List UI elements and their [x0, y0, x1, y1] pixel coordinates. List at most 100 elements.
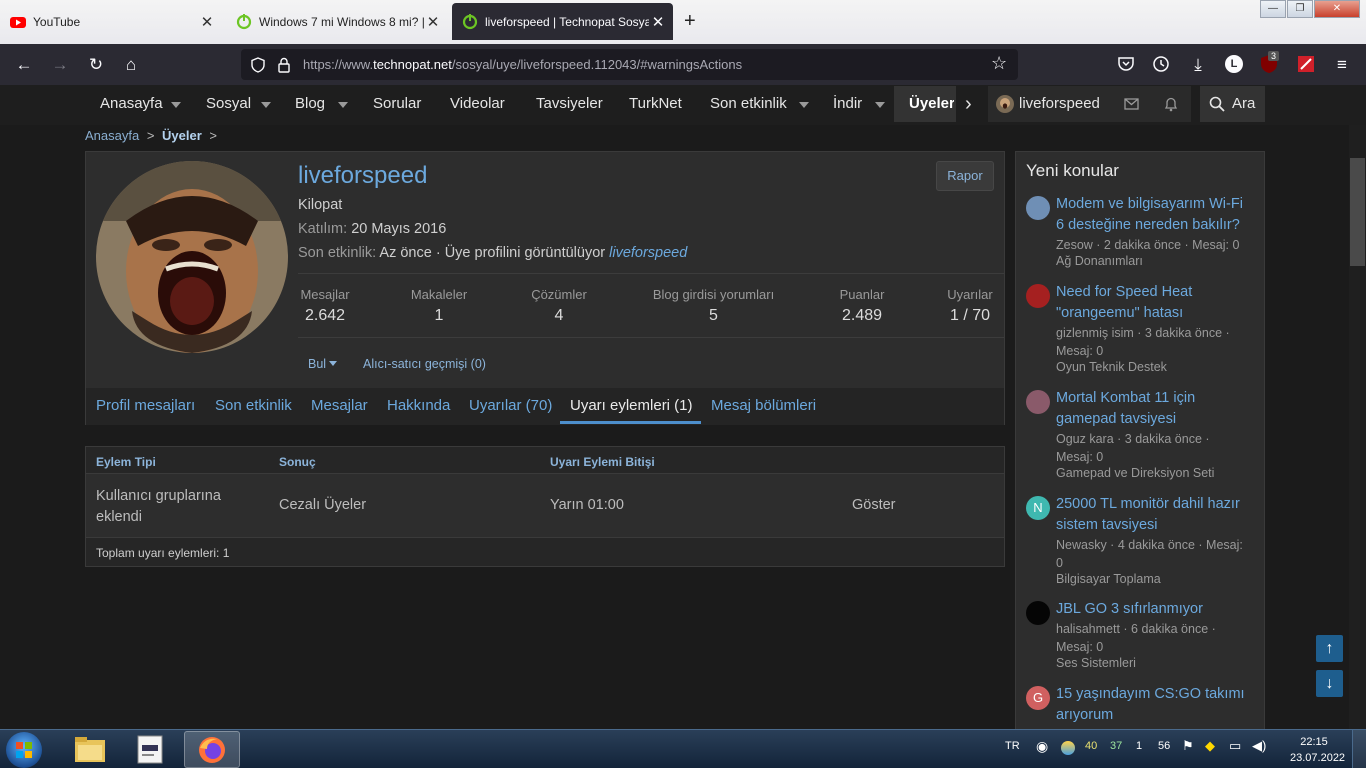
tab-warning-actions[interactable]: Uyarı eylemleri (1) [570, 397, 693, 414]
show-desktop-button[interactable] [1352, 730, 1366, 768]
nav-anasayfa[interactable]: Anasayfa [100, 85, 163, 123]
extension-icon[interactable] [1297, 55, 1315, 73]
chevron-down-icon[interactable] [875, 102, 885, 108]
nav-sorular[interactable]: Sorular [373, 85, 421, 123]
nav-sosyal[interactable]: Sosyal [206, 85, 251, 123]
tab-windows7[interactable]: Windows 7 mi Windows 8 mi? | Te ✕ [226, 3, 448, 40]
tab-messages[interactable]: Mesajlar [311, 397, 368, 414]
stat-blog-comments[interactable]: Blog girdisi yorumları 5 [645, 287, 782, 325]
shield-icon[interactable] [250, 57, 266, 73]
maximize-button[interactable]: ❐ [1287, 0, 1313, 18]
home-icon[interactable]: ⌂ [120, 54, 142, 76]
tab-recent-activity[interactable]: Son etkinlik [215, 397, 292, 414]
find-menu-button[interactable]: Bul [308, 357, 338, 371]
breadcrumb-current[interactable]: Üyeler [162, 128, 202, 143]
flag-icon[interactable]: ⚑ [1182, 738, 1194, 754]
nav-turknet[interactable]: TurkNet [629, 85, 682, 123]
thread-forum[interactable]: Oyun Teknik Destek [1056, 360, 1167, 374]
thread-title[interactable]: 25000 TL monitör dahil hazır sistem tavsi… [1056, 494, 1256, 536]
user-avatar[interactable]: G [1026, 686, 1050, 710]
profile-avatar[interactable] [96, 161, 288, 353]
report-button[interactable]: Rapor [936, 161, 994, 191]
tab-message-sections[interactable]: Mesaj bölümleri [711, 397, 816, 414]
nav-videolar[interactable]: Videolar [450, 85, 505, 123]
nav-blog[interactable]: Blog [295, 85, 325, 123]
account-icon[interactable]: L [1225, 55, 1243, 73]
user-avatar[interactable] [1026, 196, 1050, 220]
stat-warnings[interactable]: Uyarılar 1 / 70 [938, 287, 1002, 325]
download-icon[interactable]: ⤓ [1187, 54, 1209, 76]
nav-uyeler[interactable]: Üyeler [909, 85, 954, 123]
lock-icon[interactable] [277, 57, 291, 73]
taskbar-explorer[interactable] [62, 731, 118, 768]
close-window-button[interactable]: ✕ [1314, 0, 1360, 18]
pocket-icon[interactable] [1117, 56, 1135, 72]
user-avatar[interactable] [1026, 284, 1050, 308]
back-icon[interactable]: ← [13, 54, 35, 76]
tab-liveforspeed[interactable]: liveforspeed | Technopat Sosyal ✕ [452, 3, 673, 40]
tab-youtube[interactable]: YouTube ✕ [0, 3, 222, 40]
clock[interactable]: 22:15 23.07.2022 [1290, 734, 1345, 766]
user-avatar[interactable]: N [1026, 496, 1050, 520]
language-indicator[interactable]: TR [1005, 740, 1020, 752]
chevron-right-icon[interactable]: › [965, 93, 972, 116]
page-scrollbar[interactable] [1349, 125, 1366, 729]
url-bar[interactable]: https://www.technopat.net/sosyal/uye/liv… [241, 49, 1018, 80]
volume-icon[interactable]: ◀) [1252, 738, 1266, 754]
start-button[interactable] [6, 732, 42, 768]
scrollbar-thumb[interactable] [1350, 158, 1365, 266]
thread-forum[interactable]: Ağ Donanımları [1056, 254, 1143, 268]
bell-icon[interactable] [1164, 96, 1178, 112]
nav-tavsiyeler[interactable]: Tavsiyeler [536, 85, 603, 123]
user-avatar-icon[interactable] [996, 95, 1014, 113]
network-icon[interactable]: ▭ [1229, 738, 1241, 754]
tab-profile-posts[interactable]: Profil mesajları [96, 397, 195, 414]
thread-forum[interactable]: Gamepad ve Direksiyon Seti [1056, 466, 1214, 480]
history-icon[interactable] [1152, 55, 1170, 73]
tab-about[interactable]: Hakkında [387, 397, 450, 414]
activity-user-link[interactable]: liveforspeed [609, 245, 687, 261]
chevron-down-icon[interactable] [338, 102, 348, 108]
menu-icon[interactable]: ≡ [1331, 54, 1353, 76]
profile-username[interactable]: liveforspeed [298, 162, 427, 190]
stat-messages[interactable]: Mesajlar 2.642 [298, 287, 352, 325]
thread-forum[interactable]: Ses Sistemleri [1056, 656, 1136, 670]
mail-icon[interactable] [1124, 98, 1139, 110]
chevron-down-icon[interactable] [171, 102, 181, 108]
thread-title[interactable]: Modem ve bilgisayarım Wi-Fi 6 desteğine n… [1056, 194, 1256, 236]
user-avatar[interactable] [1026, 601, 1050, 625]
close-tab-icon[interactable]: ✕ [649, 13, 667, 31]
thread-title[interactable]: 15 yaşındayım CS:GO takımı arıyorum [1056, 684, 1256, 726]
stat-articles[interactable]: Makaleler 1 [403, 287, 475, 325]
close-tab-icon[interactable]: ✕ [424, 13, 442, 31]
trade-history-link[interactable]: Alıcı-satıcı geçmişi (0) [363, 357, 486, 371]
nav-son-etkinlik[interactable]: Son etkinlik [710, 85, 787, 123]
minimize-button[interactable]: — [1260, 0, 1286, 18]
tab-warnings[interactable]: Uyarılar (70) [469, 397, 552, 414]
bookmark-star-icon[interactable]: ☆ [991, 53, 1007, 74]
taskbar-app[interactable] [122, 731, 178, 768]
thread-title[interactable]: JBL GO 3 sıfırlanmıyor [1056, 599, 1256, 620]
chevron-down-icon[interactable] [799, 102, 809, 108]
nav-indir[interactable]: İndir [833, 85, 862, 123]
scroll-up-button[interactable]: ↑ [1316, 635, 1343, 662]
nav-username[interactable]: liveforspeed [1019, 85, 1100, 123]
thread-forum[interactable]: Bilgisayar Toplama [1056, 572, 1161, 586]
breadcrumb-home[interactable]: Anasayfa [85, 128, 139, 143]
user-avatar[interactable] [1026, 390, 1050, 414]
taskbar-firefox[interactable] [184, 731, 240, 768]
search-button[interactable]: Ara [1200, 86, 1265, 122]
new-tab-button[interactable]: + [684, 10, 696, 33]
tray-app-icon[interactable] [1061, 741, 1075, 755]
scroll-down-button[interactable]: ↓ [1316, 670, 1343, 697]
chevron-down-icon[interactable] [261, 102, 271, 108]
stat-points[interactable]: Puanlar 2.489 [832, 287, 892, 325]
close-tab-icon[interactable]: ✕ [198, 13, 216, 31]
forward-icon[interactable]: → [49, 54, 71, 76]
thread-title[interactable]: Mortal Kombat 11 için gamepad tavsiyesi [1056, 388, 1256, 430]
show-link[interactable]: Göster [852, 497, 896, 513]
steam-icon[interactable]: ◉ [1036, 738, 1048, 755]
reload-icon[interactable]: ↻ [85, 54, 107, 76]
warning-icon[interactable]: ◆ [1205, 738, 1215, 754]
thread-title[interactable]: Need for Speed Heat "orangeemu" hatası [1056, 282, 1256, 324]
